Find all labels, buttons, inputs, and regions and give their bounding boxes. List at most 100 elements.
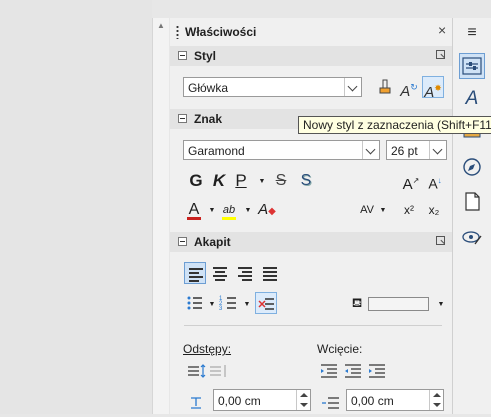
clear-formatting-icon: A	[258, 201, 269, 218]
inspector-icon	[462, 231, 482, 245]
close-icon[interactable]: ×	[438, 22, 446, 38]
collapse-icon[interactable]	[178, 237, 187, 246]
no-list-icon	[258, 298, 274, 310]
paragraph-background-button[interactable]: ⛾	[346, 292, 368, 314]
font-color-dropdown-icon[interactable]: ▼	[208, 207, 216, 215]
highlight-dropdown-icon[interactable]: ▼	[244, 207, 252, 215]
new-style-icon: A✸	[424, 83, 442, 101]
decrease-spacing-button[interactable]	[207, 360, 229, 382]
highlight-button[interactable]: ab	[218, 199, 240, 221]
underline-button[interactable]: P	[230, 170, 252, 192]
tooltip: Nowy styl z zaznaczenia (Shift+F11)	[298, 116, 491, 134]
scroll-up-arrow-icon[interactable]: ▲	[153, 20, 169, 32]
bullet-list-button[interactable]	[184, 292, 206, 314]
document-area[interactable]	[0, 0, 152, 414]
paragraph-style-select[interactable]: Główka	[183, 77, 362, 97]
svg-text:3: 3	[219, 306, 223, 312]
navigator-tab[interactable]	[459, 156, 485, 182]
spin-buttons[interactable]	[429, 390, 444, 410]
increase-indent-button[interactable]	[318, 360, 340, 382]
paintbrush-icon	[379, 79, 391, 94]
character-spacing-button[interactable]: AV	[356, 199, 378, 221]
font-name-value: Garamond	[188, 144, 245, 158]
highlight-swatch	[222, 217, 236, 220]
shrink-font-icon: A	[428, 175, 438, 192]
section-header-paragraph[interactable]: Akapit	[170, 232, 452, 252]
font-size-select[interactable]: 26 pt	[386, 140, 447, 160]
background-color-swatch	[368, 297, 429, 311]
above-spacing-value: 0,00 cm	[218, 394, 261, 408]
increase-spacing-button[interactable]	[185, 360, 207, 382]
navigator-icon	[463, 158, 481, 176]
section-header-style[interactable]: Styl	[170, 46, 452, 66]
properties-tab[interactable]	[459, 53, 485, 79]
no-list-button[interactable]	[255, 292, 277, 314]
highlight-icon: ab	[222, 204, 236, 216]
before-indent-field[interactable]: 0,00 cm	[346, 389, 444, 411]
sidebar-deck: Właściwości × Styl Główka A↻ A✸ Znak Gar…	[170, 18, 452, 414]
font-color-button[interactable]: A	[183, 199, 205, 221]
bold-button[interactable]: G	[185, 170, 207, 192]
before-indent-icon	[320, 392, 342, 414]
spin-buttons[interactable]	[296, 390, 311, 410]
font-color-swatch	[187, 217, 201, 220]
styles-tab[interactable]: A	[459, 86, 485, 112]
vertical-scrollbar[interactable]: ▲	[152, 18, 169, 414]
new-style-button[interactable]: A✸	[422, 76, 444, 101]
subscript-button[interactable]: x₂	[423, 199, 445, 221]
collapse-icon[interactable]	[178, 114, 187, 123]
sidebar-tab-bar: ≡ A	[452, 18, 491, 414]
numbered-list-button[interactable]: 123	[218, 292, 240, 314]
superscript-button[interactable]: x²	[398, 199, 420, 221]
above-spacing-icon	[185, 392, 207, 414]
spacing-dropdown-icon[interactable]: ▼	[379, 207, 387, 215]
grow-font-icon: A	[402, 176, 413, 193]
align-justify-button[interactable]	[259, 262, 281, 284]
underline-dropdown-icon[interactable]: ▼	[258, 178, 266, 186]
styles-icon: A	[465, 88, 479, 109]
collapse-icon[interactable]	[178, 51, 187, 60]
spacing-label: Odstępy:	[183, 342, 232, 356]
bullet-list-dropdown-icon[interactable]: ▼	[208, 301, 216, 309]
bullet-list-icon	[187, 296, 202, 310]
chevron-down-icon[interactable]	[429, 141, 447, 159]
indent-label: Wcięcie:	[317, 342, 363, 356]
update-style-button[interactable]: A↻	[398, 76, 420, 100]
numbered-list-icon: 123	[219, 296, 236, 312]
above-spacing-field[interactable]: 0,00 cm	[213, 389, 311, 411]
shadow-button[interactable]: S	[295, 170, 317, 192]
more-options-icon[interactable]	[436, 236, 445, 245]
grow-font-button[interactable]: A↗	[400, 170, 422, 193]
shrink-font-button[interactable]: A↓	[424, 170, 446, 192]
clear-formatting-button[interactable]: A◆	[256, 199, 278, 221]
more-options-icon[interactable]	[436, 50, 445, 59]
page-icon	[465, 192, 480, 211]
section-title: Akapit	[194, 235, 231, 249]
menu-icon[interactable]: ≡	[459, 20, 485, 46]
section-title: Znak	[194, 112, 223, 126]
align-center-button[interactable]	[209, 262, 231, 284]
paint-bucket-icon: ⛾	[351, 295, 363, 310]
hanging-indent-icon	[369, 364, 385, 378]
decrease-indent-icon	[345, 364, 361, 378]
inspector-tab[interactable]	[459, 226, 485, 252]
section-title: Styl	[194, 49, 217, 63]
italic-button[interactable]: K	[208, 170, 230, 192]
separator	[184, 325, 442, 326]
decrease-spacing-icon	[210, 365, 226, 377]
increase-indent-icon	[321, 364, 337, 378]
numbered-list-dropdown-icon[interactable]: ▼	[243, 301, 251, 309]
grip-icon[interactable]	[176, 25, 179, 39]
page-tab[interactable]	[459, 190, 485, 216]
hanging-indent-button[interactable]	[366, 360, 388, 382]
decrease-indent-button[interactable]	[342, 360, 364, 382]
align-left-button[interactable]	[184, 262, 206, 284]
fill-format-button[interactable]	[374, 76, 396, 98]
increase-spacing-icon	[188, 364, 206, 378]
font-name-select[interactable]: Garamond	[183, 140, 380, 160]
chevron-down-icon[interactable]	[344, 78, 362, 96]
align-right-button[interactable]	[234, 262, 256, 284]
background-dropdown-icon[interactable]: ▼	[437, 301, 445, 309]
chevron-down-icon[interactable]	[362, 141, 380, 159]
strikethrough-button[interactable]: S	[270, 170, 292, 192]
